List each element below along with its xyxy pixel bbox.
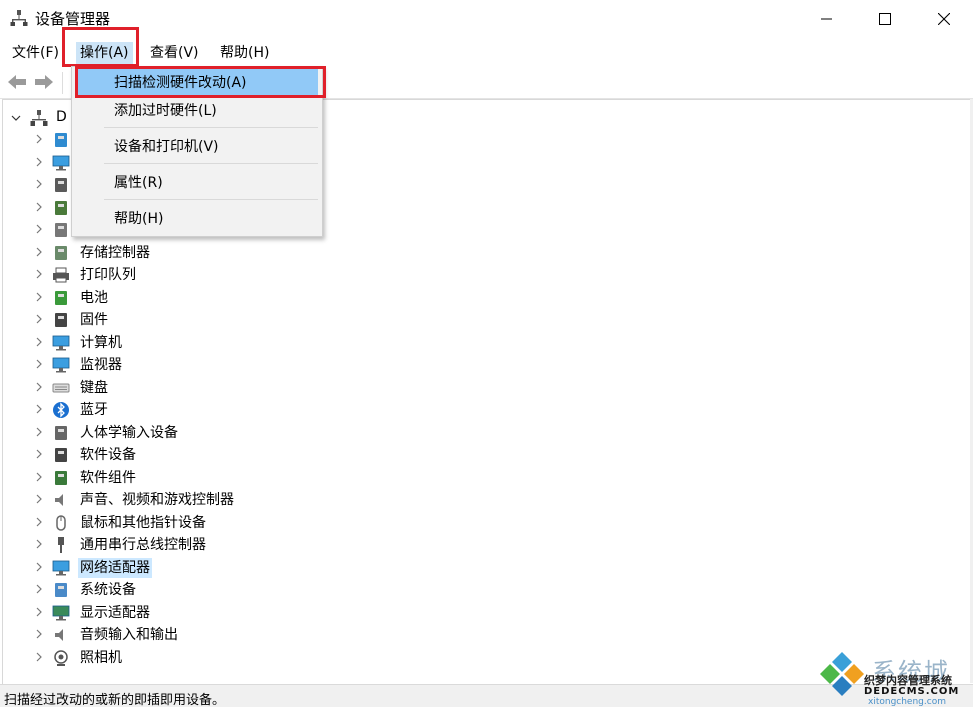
close-icon	[938, 13, 950, 25]
software-device-icon	[55, 448, 67, 462]
title-bar: 设备管理器	[0, 0, 973, 38]
computer-icon	[52, 335, 70, 350]
highlight-box-menu	[62, 27, 139, 67]
audio-io-icon	[55, 629, 63, 641]
chevron-right-icon[interactable]	[34, 472, 44, 482]
storage-controller-icon	[55, 245, 67, 260]
chevron-right-icon[interactable]	[34, 427, 44, 437]
status-text: 扫描经过改动的或新的即插即用设备。	[4, 693, 226, 708]
chip-icon	[55, 178, 67, 192]
chevron-right-icon[interactable]	[34, 584, 44, 594]
menu-view[interactable]: 查看(V)	[146, 42, 203, 64]
tree-root-label: D	[56, 109, 67, 125]
watermark: 系统城 织梦内容管理系统 DEDECMS.COM xitongcheng.com	[818, 650, 973, 707]
keyboard-icon	[52, 383, 70, 392]
chevron-right-icon[interactable]	[34, 247, 44, 257]
tree-node-label: 系统设备	[80, 582, 136, 598]
chevron-right-icon[interactable]	[34, 404, 44, 414]
network-adapter-icon	[52, 560, 70, 575]
battery-icon	[55, 290, 67, 305]
chevron-right-icon[interactable]	[34, 607, 44, 617]
system-device-icon	[55, 583, 67, 597]
chevron-down-icon[interactable]	[10, 112, 22, 124]
device-manager-icon	[10, 10, 28, 26]
tree-node-label: 声音、视频和游戏控制器	[80, 492, 234, 508]
highlight-box-dropdown	[75, 66, 326, 98]
computer-root-icon	[30, 110, 48, 126]
menu-item-help[interactable]: 帮助(H)	[76, 205, 318, 233]
usb-icon	[58, 537, 64, 553]
chevron-right-icon[interactable]	[34, 562, 44, 572]
menu-separator	[104, 163, 318, 164]
maximize-button[interactable]	[856, 0, 914, 38]
tree-node-label: 电池	[80, 289, 108, 306]
speaker-icon	[55, 494, 63, 506]
network-icon	[55, 133, 67, 147]
chevron-right-icon[interactable]	[34, 314, 44, 324]
chevron-right-icon[interactable]	[34, 539, 44, 549]
tree-node-label: 计算机	[80, 334, 122, 351]
chevron-right-icon[interactable]	[34, 652, 44, 662]
chevron-right-icon[interactable]	[34, 449, 44, 459]
chevron-right-icon[interactable]	[34, 629, 44, 639]
firmware-icon	[55, 313, 67, 327]
watermark-logo-icon	[820, 652, 864, 696]
chevron-right-icon[interactable]	[34, 494, 44, 504]
minimize-button[interactable]	[798, 0, 856, 38]
tree-node-label: 蓝牙	[80, 402, 108, 418]
menu-item-properties[interactable]: 属性(R)	[76, 169, 318, 197]
chevron-right-icon[interactable]	[34, 157, 44, 167]
chevron-right-icon[interactable]	[34, 517, 44, 527]
tree-node-label: 网络适配器	[78, 557, 152, 578]
chevron-right-icon[interactable]	[34, 269, 44, 279]
menu-file[interactable]: 文件(F)	[8, 42, 63, 64]
menu-separator	[104, 127, 318, 128]
monitor-icon	[52, 155, 70, 170]
hid-icon	[55, 425, 67, 440]
tree-node-label: 通用串行总线控制器	[80, 537, 206, 553]
menu-separator	[104, 199, 318, 200]
tree-node-label: 键盘	[80, 379, 108, 396]
tree-node-label: 人体学输入设备	[80, 424, 178, 441]
menu-bar: 文件(F) 操作(A) 查看(V) 帮助(H)	[0, 38, 973, 66]
chevron-right-icon[interactable]	[34, 359, 44, 369]
tree-node-label: 鼠标和其他指针设备	[80, 514, 206, 531]
tree-node-label: 打印队列	[80, 267, 136, 283]
back-arrow-icon[interactable]	[6, 72, 28, 92]
menu-help[interactable]: 帮助(H)	[216, 42, 273, 64]
tree-node-label: 照相机	[80, 649, 122, 666]
chevron-right-icon[interactable]	[34, 382, 44, 392]
close-button[interactable]	[915, 0, 973, 38]
minimize-icon	[821, 18, 832, 20]
printer-icon	[53, 267, 69, 283]
watermark-line2: DEDECMS.COM	[864, 686, 960, 697]
monitor-icon	[52, 357, 70, 373]
tree-node-label: 存储控制器	[80, 244, 150, 261]
chevron-right-icon[interactable]	[34, 292, 44, 302]
chevron-right-icon[interactable]	[34, 179, 44, 189]
tree-node-label: 监视器	[80, 357, 122, 373]
menu-item-add-legacy-hardware[interactable]: 添加过时硬件(L)	[76, 97, 318, 125]
drive-icon	[55, 223, 67, 237]
mouse-icon	[56, 514, 66, 531]
tree-node-label: 显示适配器	[80, 604, 150, 621]
chevron-right-icon[interactable]	[34, 202, 44, 212]
forward-arrow-icon[interactable]	[33, 72, 55, 92]
chevron-right-icon[interactable]	[34, 224, 44, 234]
chevron-right-icon[interactable]	[34, 337, 44, 347]
software-component-icon	[55, 470, 67, 485]
menu-item-devices-printers[interactable]: 设备和打印机(V)	[76, 133, 318, 161]
tree-node-label: 固件	[80, 312, 108, 328]
tree-node-label: 软件组件	[80, 469, 136, 486]
processor-icon	[55, 200, 67, 215]
tree-node-label: 软件设备	[80, 447, 136, 463]
maximize-icon	[879, 13, 891, 25]
display-adapter-icon	[52, 605, 70, 620]
chevron-right-icon[interactable]	[34, 134, 44, 144]
toolbar-divider	[62, 72, 63, 94]
tree-node-label: 音频输入和输出	[80, 627, 178, 643]
camera-icon	[54, 649, 68, 666]
bluetooth-icon	[53, 402, 69, 418]
window-title: 设备管理器	[35, 10, 111, 28]
